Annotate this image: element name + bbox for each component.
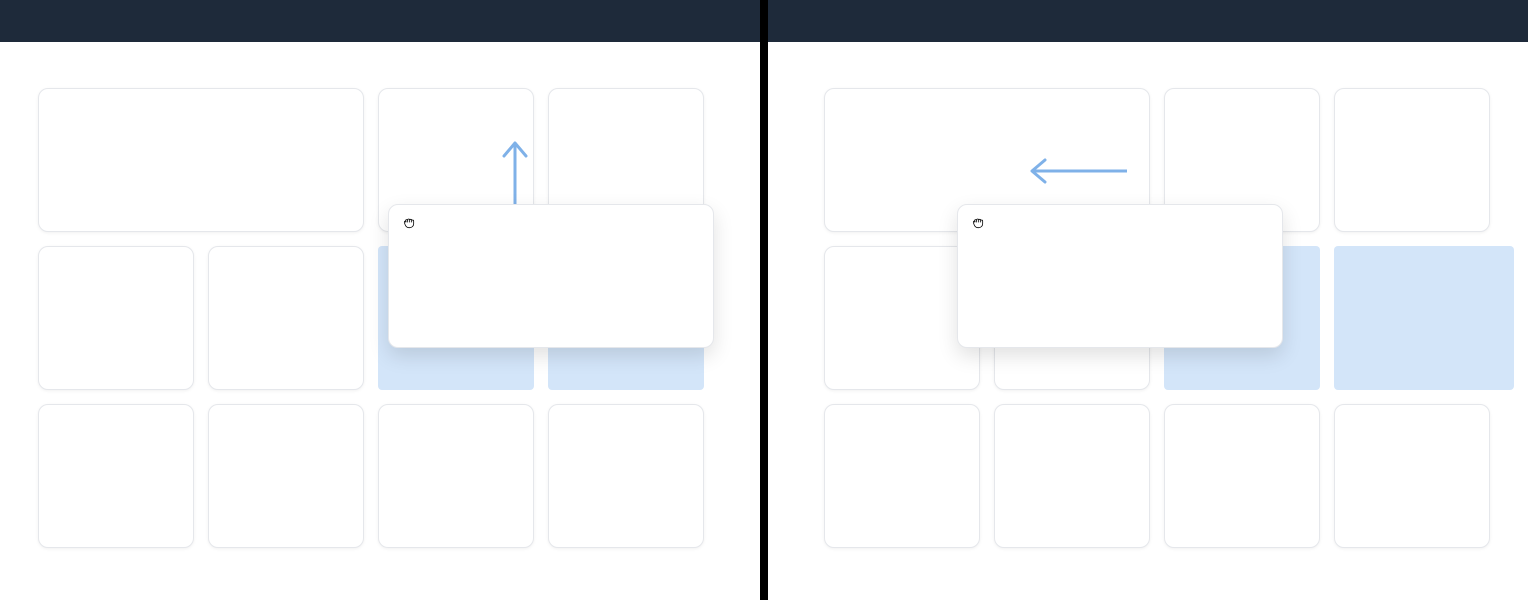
app-header [0, 0, 760, 42]
grid-card[interactable] [1334, 404, 1490, 548]
dragging-card[interactable] [388, 204, 714, 348]
grid-card[interactable] [1334, 88, 1490, 232]
app-header [768, 0, 1528, 42]
grid-card[interactable] [824, 404, 980, 548]
dragging-card[interactable] [957, 204, 1283, 348]
grid-card[interactable] [38, 246, 194, 390]
grid-card[interactable] [38, 404, 194, 548]
grid-card[interactable] [208, 404, 364, 548]
grid-card[interactable] [208, 246, 364, 390]
grab-cursor-icon [401, 215, 417, 231]
grid-card[interactable] [1164, 404, 1320, 548]
pane-divider [760, 0, 768, 600]
grid-card[interactable] [994, 404, 1150, 548]
grid-card[interactable] [548, 404, 704, 548]
demo-pane-right [768, 0, 1528, 600]
demo-pane-left [0, 0, 760, 600]
grab-cursor-icon [970, 215, 986, 231]
drop-placeholder [1334, 246, 1514, 390]
grid-card[interactable] [378, 404, 534, 548]
drag-direction-arrow-left-icon [1027, 156, 1127, 186]
grid-card[interactable] [38, 88, 364, 232]
